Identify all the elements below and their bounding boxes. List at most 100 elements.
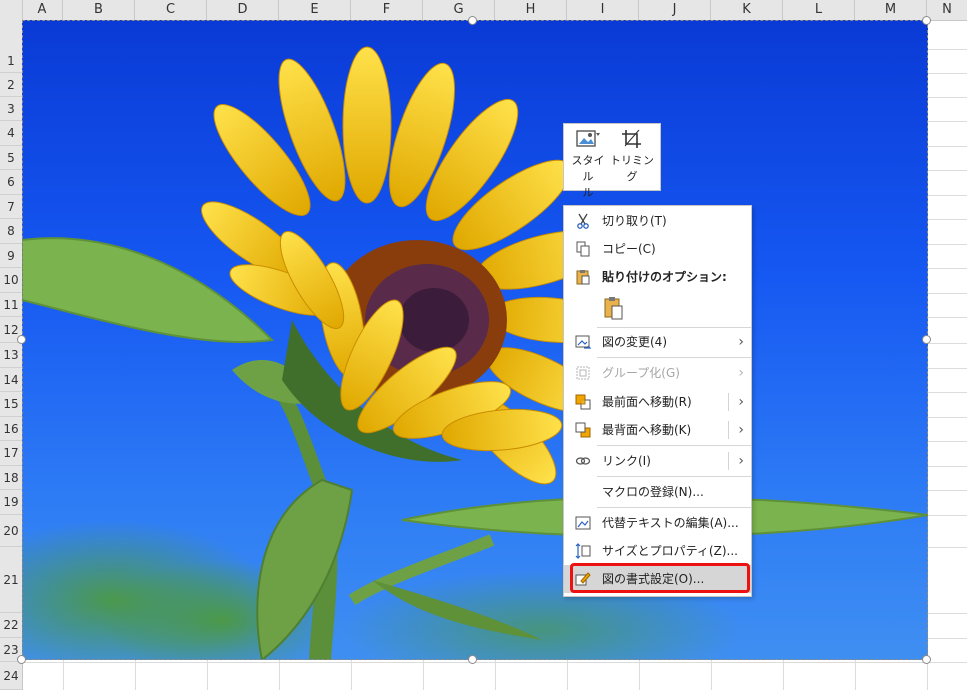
menu-item-copy[interactable]: コピー(C) <box>564 235 751 263</box>
column-header-a[interactable]: A <box>22 0 63 20</box>
menu-label-send-back: 最背面へ移動(K) <box>602 423 692 437</box>
split-divider <box>728 421 729 439</box>
menu-separator <box>597 357 751 358</box>
row-header-16[interactable]: 16 <box>0 417 22 441</box>
select-all-corner[interactable] <box>0 0 23 20</box>
menu-item-bring-front[interactable]: 最前面へ移動(R) › <box>564 388 751 416</box>
menu-item-macro[interactable]: マクロの登録(N)... <box>564 478 751 506</box>
column-header-h[interactable]: H <box>495 0 567 20</box>
menu-item-alt-text[interactable]: 代替テキストの編集(A)... <box>564 509 751 537</box>
size-properties-icon <box>575 543 591 559</box>
chevron-right-icon[interactable]: › <box>738 447 744 475</box>
bring-to-front-icon <box>575 394 591 410</box>
row-header-2[interactable]: 2 <box>0 73 22 97</box>
resize-handle-top-right[interactable] <box>922 16 931 25</box>
row-header-22[interactable]: 22 <box>0 613 22 638</box>
group-icon <box>576 366 590 380</box>
column-header-j[interactable]: J <box>639 0 711 20</box>
style-button[interactable]: スタイル ル <box>568 128 608 200</box>
resize-handle-bottom-right[interactable] <box>922 655 931 664</box>
menu-item-change-picture[interactable]: 図の変更(4) › <box>564 328 751 356</box>
menu-label-bring-front: 最前面へ移動(R) <box>602 395 692 409</box>
row-header-3[interactable]: 3 <box>0 97 22 121</box>
menu-label-group: グループ化(G) <box>602 366 680 380</box>
menu-label-paste-options: 貼り付けのオプション: <box>602 270 727 284</box>
column-header-n[interactable]: N <box>927 0 967 20</box>
menu-item-link[interactable]: リンク(I) › <box>564 447 751 475</box>
menu-item-size-properties[interactable]: サイズとプロパティ(Z)... <box>564 537 751 565</box>
scissors-icon <box>577 213 589 229</box>
chevron-right-icon[interactable]: › <box>738 388 744 416</box>
menu-item-send-back[interactable]: 最背面へ移動(K) › <box>564 416 751 444</box>
paste-picture-icon <box>604 297 623 320</box>
menu-label-cut: 切り取り(T) <box>602 214 667 228</box>
row-header-9[interactable]: 9 <box>0 244 22 268</box>
resize-handle-bottom-left[interactable] <box>17 655 26 664</box>
row-header-1[interactable]: 1 <box>0 49 22 73</box>
menu-item-group: グループ化(G) › <box>564 359 751 387</box>
resize-handle-left[interactable] <box>17 335 26 344</box>
row-header-20[interactable]: 20 <box>0 515 22 547</box>
alt-text-icon <box>575 516 591 530</box>
send-to-back-icon <box>575 422 591 438</box>
column-header-bar: A B C D E F G H I J K L M N <box>0 0 967 21</box>
column-header-g[interactable]: G <box>423 0 495 20</box>
row-header-6[interactable]: 6 <box>0 170 22 195</box>
picture-style-icon <box>576 130 600 147</box>
style-label-line2: ル <box>582 186 594 199</box>
row-header-7[interactable]: 7 <box>0 195 22 219</box>
row-header-13[interactable]: 13 <box>0 343 22 368</box>
chevron-right-icon: › <box>738 334 744 350</box>
paste-picture-button[interactable] <box>602 295 626 321</box>
resize-handle-top[interactable] <box>468 16 477 25</box>
row-header-4[interactable]: 4 <box>0 121 22 146</box>
resize-handle-bottom[interactable] <box>468 655 477 664</box>
row-header-14[interactable]: 14 <box>0 368 22 392</box>
highlight-annotation-box <box>570 563 750 593</box>
menu-separator <box>597 476 751 477</box>
menu-separator <box>597 445 751 446</box>
column-header-e[interactable]: E <box>279 0 351 20</box>
chevron-right-icon: › <box>738 365 744 381</box>
menu-item-paste-options: 貼り付けのオプション: <box>564 263 751 291</box>
menu-label-change-picture: 図の変更(4) <box>602 335 667 349</box>
column-header-l[interactable]: L <box>783 0 855 20</box>
menu-item-cut[interactable]: 切り取り(T) <box>564 207 751 235</box>
mini-toolbar: スタイル ル トリミング <box>563 123 661 199</box>
style-label: スタイル <box>571 154 605 183</box>
clipboard-icon <box>576 270 590 285</box>
row-header-24[interactable]: 24 <box>0 662 22 690</box>
column-header-k[interactable]: K <box>711 0 783 20</box>
menu-label-alt-text: 代替テキストの編集(A)... <box>602 516 739 530</box>
change-picture-icon <box>575 335 591 349</box>
menu-label-macro: マクロの登録(N)... <box>602 485 704 499</box>
row-header-18[interactable]: 18 <box>0 466 22 490</box>
chevron-right-icon[interactable]: › <box>738 416 744 444</box>
row-header-17[interactable]: 17 <box>0 441 22 466</box>
row-header-11[interactable]: 11 <box>0 293 22 317</box>
column-header-i[interactable]: I <box>567 0 639 20</box>
row-header-15[interactable]: 15 <box>0 392 22 417</box>
row-header-10[interactable]: 10 <box>0 268 22 293</box>
split-divider <box>728 452 729 470</box>
column-header-d[interactable]: D <box>207 0 279 20</box>
column-header-c[interactable]: C <box>135 0 207 20</box>
column-header-b[interactable]: B <box>63 0 135 20</box>
row-header-21[interactable]: 21 <box>0 547 22 613</box>
context-menu: 切り取り(T) コピー(C) 貼り付けのオプション: 図の変更(4) › グルー… <box>563 205 752 597</box>
trim-label: トリミング <box>610 154 654 183</box>
selection-outline <box>22 20 928 660</box>
column-header-m[interactable]: M <box>855 0 927 20</box>
resize-handle-right[interactable] <box>922 335 931 344</box>
split-divider <box>728 393 729 411</box>
menu-label-copy: コピー(C) <box>602 242 656 256</box>
row-header-5[interactable]: 5 <box>0 146 22 170</box>
column-header-f[interactable]: F <box>351 0 423 20</box>
row-header-19[interactable]: 19 <box>0 490 22 515</box>
copy-icon <box>576 241 590 257</box>
link-icon <box>575 457 591 465</box>
trim-button[interactable]: トリミング <box>608 128 656 184</box>
crop-icon <box>622 129 641 148</box>
menu-label-link: リンク(I) <box>602 454 651 468</box>
row-header-8[interactable]: 8 <box>0 219 22 244</box>
